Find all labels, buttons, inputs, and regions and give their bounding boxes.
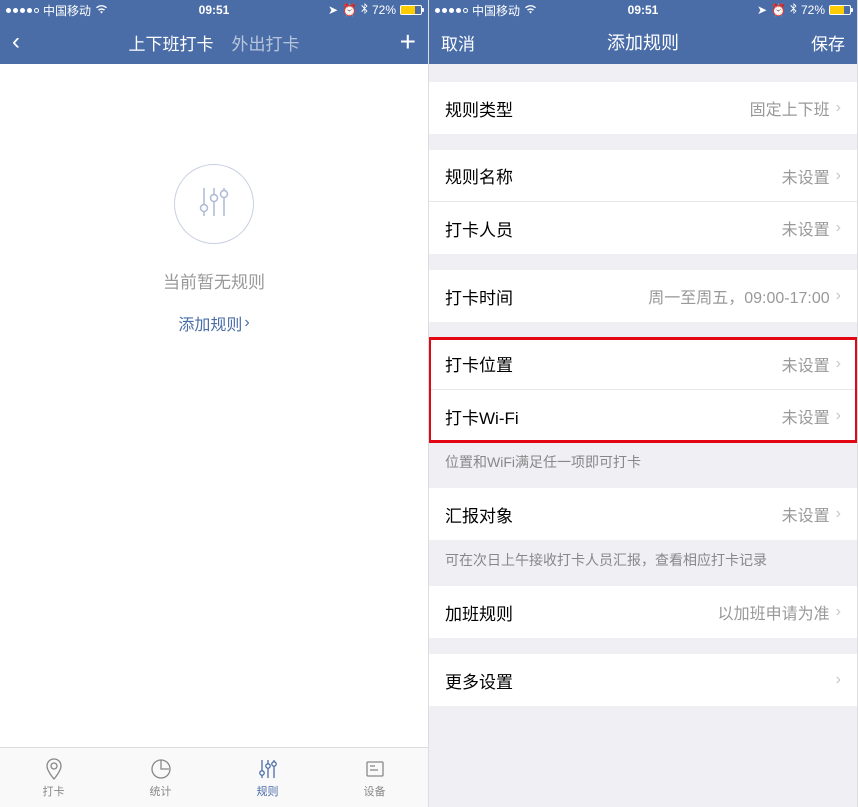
carrier-label: 中国移动: [43, 2, 91, 19]
battery-percent: 72%: [372, 3, 396, 17]
chevron-right-icon: ›: [836, 99, 841, 117]
add-rule-label: 添加规则: [178, 311, 242, 335]
nav-title: 添加规则: [607, 29, 679, 55]
cell-members[interactable]: 打卡人员 未设置 ›: [429, 202, 857, 254]
carrier-label: 中国移动: [472, 2, 520, 19]
bluetooth-icon: [361, 3, 368, 18]
cell-label: 规则类型: [445, 96, 513, 121]
plus-icon: +: [400, 26, 416, 57]
device-icon: [363, 757, 387, 781]
tabbar-label: 规则: [257, 783, 279, 799]
tabbar-checkin[interactable]: 打卡: [0, 748, 107, 807]
battery-icon: [829, 5, 851, 15]
group-more: 更多设置 ›: [429, 654, 857, 706]
location-wifi-hint: 位置和WiFi满足任一项即可打卡: [429, 442, 857, 472]
chevron-right-icon: ›: [836, 287, 841, 305]
cell-wifi[interactable]: 打卡Wi-Fi 未设置 ›: [429, 390, 857, 442]
nav-bar: ‹ 上下班打卡 外出打卡 +: [0, 20, 428, 64]
tabbar-stats[interactable]: 统计: [107, 748, 214, 807]
group-rule-type: 规则类型 固定上下班 ›: [429, 82, 857, 134]
chevron-right-icon: ›: [836, 505, 841, 523]
cell-value: 未设置: [782, 216, 830, 240]
group-time: 打卡时间 周一至周五，09:00-17:00 ›: [429, 270, 857, 322]
status-bar: 中国移动 09:51 ➤ ⏰ 72%: [0, 0, 428, 20]
cell-time[interactable]: 打卡时间 周一至周五，09:00-17:00 ›: [429, 270, 857, 322]
group-location-wifi: 打卡位置 未设置 › 打卡Wi-Fi 未设置 ›: [429, 338, 857, 442]
cell-label: 加班规则: [445, 600, 513, 625]
bluetooth-icon: [790, 3, 797, 18]
cell-value: 以加班申请为准: [718, 600, 830, 624]
cell-label: 规则名称: [445, 163, 513, 188]
location-icon: ➤: [757, 3, 767, 17]
screen-add-rule: 中国移动 09:51 ➤ ⏰ 72% 取消 添加规则 保存 规则类型 固定上下班…: [429, 0, 858, 807]
chevron-right-icon: ›: [836, 167, 841, 185]
wifi-icon: [95, 3, 108, 17]
sliders-icon: [174, 164, 254, 244]
report-hint: 可在次日上午接收打卡人员汇报，查看相应打卡记录: [429, 540, 857, 570]
group-name-members: 规则名称 未设置 › 打卡人员 未设置 ›: [429, 150, 857, 254]
tab-outwork[interactable]: 外出打卡: [232, 30, 300, 55]
content-area: 当前暂无规则 添加规则 ›: [0, 64, 428, 747]
tabbar-label: 设备: [364, 783, 386, 799]
cell-value: 未设置: [782, 164, 830, 188]
location-icon: ➤: [328, 3, 338, 17]
piechart-icon: [149, 757, 173, 781]
tab-bar: 打卡 统计 规则 设备: [0, 747, 428, 807]
cell-overtime[interactable]: 加班规则 以加班申请为准 ›: [429, 586, 857, 638]
cell-label: 打卡人员: [445, 216, 513, 241]
battery-percent: 72%: [801, 3, 825, 17]
add-rule-link[interactable]: 添加规则 ›: [178, 311, 249, 335]
cell-label: 打卡时间: [445, 284, 513, 309]
signal-dots-icon: [6, 8, 39, 13]
cell-label: 打卡Wi-Fi: [445, 404, 519, 429]
cell-report[interactable]: 汇报对象 未设置 ›: [429, 488, 857, 540]
save-button[interactable]: 保存: [785, 30, 845, 55]
alarm-icon: ⏰: [771, 3, 786, 17]
tabbar-device[interactable]: 设备: [321, 748, 428, 807]
cell-value: 固定上下班: [750, 96, 830, 120]
cell-location[interactable]: 打卡位置 未设置 ›: [429, 338, 857, 390]
tabbar-rules[interactable]: 规则: [214, 748, 321, 807]
screen-rules-list: 中国移动 09:51 ➤ ⏰ 72% ‹ 上下班打卡 外出打卡 +: [0, 0, 429, 807]
cancel-button[interactable]: 取消: [441, 30, 501, 55]
tabbar-label: 统计: [150, 783, 172, 799]
empty-state: 当前暂无规则 添加规则 ›: [0, 64, 428, 335]
empty-text: 当前暂无规则: [163, 268, 265, 293]
status-time: 09:51: [628, 3, 659, 17]
status-bar: 中国移动 09:51 ➤ ⏰ 72%: [429, 0, 857, 20]
sliders-small-icon: [256, 757, 280, 781]
cell-label: 汇报对象: [445, 502, 513, 527]
group-report: 汇报对象 未设置 ›: [429, 488, 857, 540]
cell-value: 周一至周五，09:00-17:00: [648, 284, 829, 308]
battery-icon: [400, 5, 422, 15]
add-button[interactable]: +: [356, 26, 416, 58]
wifi-icon: [524, 3, 537, 17]
chevron-right-icon: ›: [836, 407, 841, 425]
chevron-right-icon: ›: [836, 219, 841, 237]
cell-value: 未设置: [782, 352, 830, 376]
cell-label: 更多设置: [445, 668, 513, 693]
alarm-icon: ⏰: [342, 3, 357, 17]
cell-more[interactable]: 更多设置 ›: [429, 654, 857, 706]
content-area: 规则类型 固定上下班 › 规则名称 未设置 › 打卡人员 未设置 › 打卡时间 周一至…: [429, 64, 857, 807]
group-overtime: 加班规则 以加班申请为准 ›: [429, 586, 857, 638]
chevron-right-icon: ›: [836, 603, 841, 621]
cell-label: 打卡位置: [445, 351, 513, 376]
nav-bar: 取消 添加规则 保存: [429, 20, 857, 64]
chevron-right-icon: ›: [836, 671, 841, 689]
back-button[interactable]: ‹: [12, 28, 72, 56]
cell-value: 未设置: [782, 404, 830, 428]
location-pin-icon: [42, 757, 66, 781]
chevron-right-icon: ›: [244, 314, 249, 332]
cell-value: 未设置: [782, 502, 830, 526]
chevron-right-icon: ›: [836, 355, 841, 373]
signal-dots-icon: [435, 8, 468, 13]
chevron-left-icon: ‹: [12, 28, 20, 55]
tabbar-label: 打卡: [43, 783, 65, 799]
status-time: 09:51: [199, 3, 230, 17]
tab-commute[interactable]: 上下班打卡: [129, 30, 214, 55]
cell-rule-type[interactable]: 规则类型 固定上下班 ›: [429, 82, 857, 134]
cell-rule-name[interactable]: 规则名称 未设置 ›: [429, 150, 857, 202]
